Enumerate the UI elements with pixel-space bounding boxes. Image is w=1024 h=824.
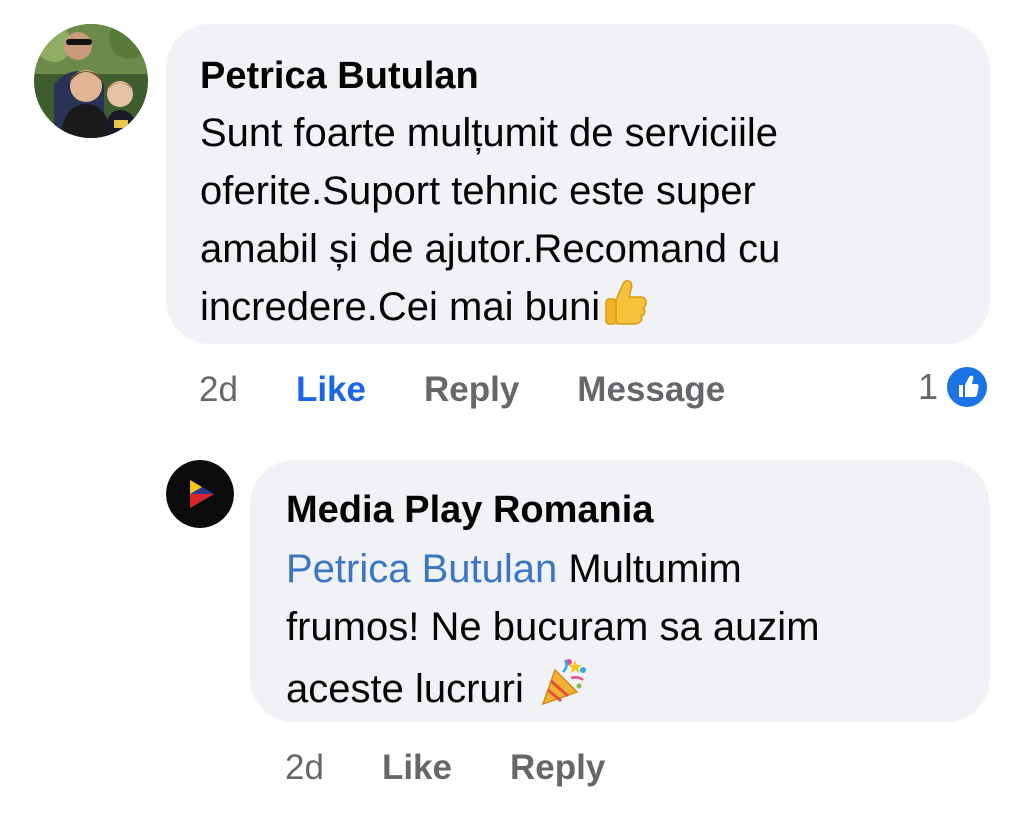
reply-mention-link[interactable]: Petrica Butulan xyxy=(286,547,557,591)
message-button[interactable]: Message xyxy=(577,370,725,410)
comment-body: Sunt foarte mulțumit de serviciile oferi… xyxy=(200,111,781,329)
reaction-summary[interactable]: 1 xyxy=(918,364,990,410)
comment-timestamp[interactable]: 2d xyxy=(199,370,238,410)
thumbs-up-icon xyxy=(604,278,648,342)
reply-timestamp[interactable]: 2d xyxy=(285,748,324,788)
commenter-avatar[interactable] xyxy=(34,24,148,138)
party-popper-icon xyxy=(539,656,589,724)
reply-author-name[interactable]: Media Play Romania xyxy=(286,488,954,532)
like-button[interactable]: Like xyxy=(296,370,366,410)
comment-actions: 2d Like Reply Message xyxy=(199,366,783,414)
reply-bubble: Media Play Romania Petrica Butulan Multu… xyxy=(250,460,990,722)
comment-text: Sunt foarte mulțumit de serviciile oferi… xyxy=(200,104,954,342)
reply-text-line1: Multumim xyxy=(568,547,742,591)
reply-like-button[interactable]: Like xyxy=(382,748,452,788)
reaction-count: 1 xyxy=(917,366,938,407)
reply-text: Petrica Butulan Multumim frumos! Ne bucu… xyxy=(286,540,954,724)
comment-author-name[interactable]: Petrica Butulan xyxy=(200,54,954,98)
reply-button[interactable]: Reply xyxy=(424,370,519,410)
reply-actions: 2d Like Reply xyxy=(285,744,663,792)
comment-bubble: Petrica Butulan Sunt foarte mulțumit de … xyxy=(166,24,990,344)
like-reaction-icon xyxy=(944,364,990,410)
page-avatar[interactable] xyxy=(166,460,234,528)
reply-reply-button[interactable]: Reply xyxy=(510,748,605,788)
